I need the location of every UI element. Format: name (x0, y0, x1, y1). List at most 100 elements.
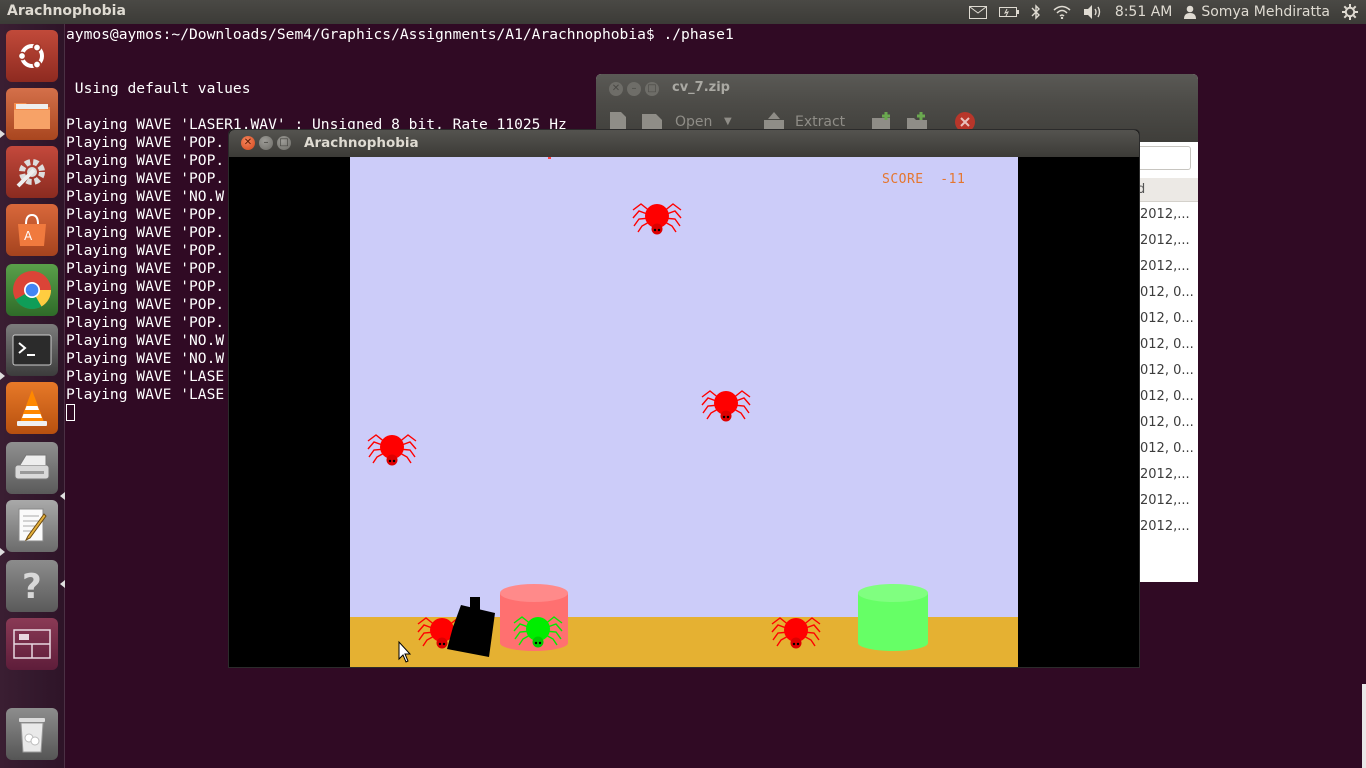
terminal-line: Playing WAVE 'POP. (66, 170, 225, 187)
bluetooth-icon[interactable] (1031, 4, 1041, 20)
folder-icon (14, 103, 50, 129)
power-gear-icon[interactable] (1342, 4, 1358, 20)
launcher-vlc[interactable] (6, 382, 58, 434)
archive-close-button[interactable]: ✕ (609, 82, 623, 96)
list-item-date[interactable]: 012, 0... (1140, 415, 1194, 430)
launcher-workspace-switcher[interactable] (6, 618, 58, 670)
list-item-date[interactable]: 012, 0... (1140, 337, 1194, 352)
terminal-line: Playing WAVE 'POP. (66, 242, 225, 259)
running-indicator (60, 492, 65, 500)
volume-icon[interactable] (1083, 4, 1103, 20)
user-menu[interactable]: Somya Mehdiratta (1184, 4, 1330, 20)
score-value: -11 (940, 172, 966, 187)
list-item-date[interactable]: 012, 0... (1140, 363, 1194, 378)
running-indicator (0, 548, 5, 556)
terminal-line: Using default values (66, 80, 251, 97)
game-sky (350, 157, 1018, 617)
terminal-line: Playing WAVE 'POP. (66, 260, 225, 277)
terminal-line: Playing WAVE 'NO.W (66, 332, 225, 349)
list-item-date[interactable]: 2012,... (1140, 207, 1190, 222)
terminal-line: Playing WAVE 'POP. (66, 206, 225, 223)
terminal-prompt: aymos@aymos:~/Downloads/Sem4/Graphics/As… (66, 26, 734, 43)
launcher-text-editor[interactable] (6, 500, 58, 552)
ubuntu-logo-icon (17, 43, 44, 69)
launcher-software-center[interactable]: A (6, 204, 58, 256)
scanner-icon (14, 454, 50, 480)
arachnophobia-window[interactable]: ✕ – □ Arachnophobia SCORE -11 (228, 129, 1140, 668)
launcher-system-settings[interactable] (6, 146, 58, 198)
chrome-icon (13, 271, 52, 310)
score-label: SCORE (882, 172, 924, 187)
trash-icon (19, 718, 45, 753)
launcher-terminal[interactable] (6, 324, 58, 376)
open-dropdown-arrow-icon[interactable]: ▼ (724, 116, 732, 127)
running-indicator (0, 372, 5, 380)
vlc-cone-icon (17, 390, 47, 426)
terminal-cursor (66, 404, 75, 421)
active-app-title: Arachnophobia (7, 3, 126, 19)
running-indicator (0, 130, 5, 138)
list-item-date[interactable]: 2012,... (1140, 259, 1190, 274)
game-titlebar[interactable]: ✕ – □ Arachnophobia (229, 130, 1139, 157)
text-editor-icon (18, 508, 47, 542)
terminal-icon (12, 334, 52, 366)
terminal-line: Playing WAVE 'POP. (66, 224, 225, 241)
list-item-date[interactable]: 2012,... (1140, 467, 1190, 482)
game-canvas[interactable]: SCORE -11 (350, 157, 1018, 667)
battery-icon[interactable] (998, 6, 1019, 18)
list-item-date[interactable]: 012, 0... (1140, 311, 1194, 326)
launcher-scanner[interactable] (6, 442, 58, 494)
terminal-line: Playing WAVE 'POP. (66, 314, 225, 331)
terminal-line: Playing WAVE 'NO.W (66, 188, 225, 205)
unity-launcher: A ? (0, 24, 65, 768)
terminal-line: Playing WAVE 'POP. (66, 296, 225, 313)
list-item-date[interactable]: 012, 0... (1140, 285, 1194, 300)
svg-text:A: A (24, 229, 33, 243)
archive-maximize-button[interactable]: □ (645, 82, 659, 96)
open-button[interactable]: Open (675, 114, 712, 130)
system-tray: 8:51 AM Somya Mehdiratta (968, 0, 1358, 24)
archive-titlebar[interactable]: ✕ – □ cv_7.zip (596, 74, 1198, 104)
date-column-header[interactable]: d (1136, 178, 1198, 202)
clock[interactable]: 8:51 AM (1115, 4, 1173, 20)
list-item-date[interactable]: 2012,... (1140, 519, 1190, 534)
workspace-switcher-icon (13, 629, 51, 659)
terminal-line: Playing WAVE 'POP. (66, 134, 225, 151)
scrollbar[interactable] (1362, 684, 1366, 768)
game-window-title: Arachnophobia (304, 135, 419, 151)
list-item-date[interactable]: 2012,... (1140, 233, 1190, 248)
terminal-line: Playing WAVE 'LASE (66, 368, 225, 385)
score-display: SCORE -11 (882, 172, 965, 187)
launcher-chromium[interactable] (6, 264, 58, 316)
help-question-icon: ? (22, 567, 42, 606)
extract-button[interactable]: Extract (795, 114, 845, 130)
launcher-home-folder[interactable] (6, 88, 58, 140)
launcher-trash[interactable] (6, 708, 58, 760)
running-indicator (60, 580, 65, 588)
terminal-line: Playing WAVE 'NO.W (66, 350, 225, 367)
mail-icon[interactable] (968, 5, 987, 19)
archive-title: cv_7.zip (672, 80, 730, 95)
terminal-line: Playing WAVE 'POP. (66, 152, 225, 169)
list-item-date[interactable]: 012, 0... (1140, 389, 1194, 404)
svg-text:?: ? (22, 567, 42, 606)
user-name: Somya Mehdiratta (1201, 4, 1330, 20)
game-close-button[interactable]: ✕ (241, 136, 255, 150)
green-basket (858, 584, 928, 651)
game-maximize-button[interactable]: □ (277, 136, 291, 150)
ubuntu-dash-button[interactable] (6, 30, 58, 82)
shopping-bag-icon: A (18, 213, 46, 246)
launcher-help[interactable]: ? (6, 560, 58, 612)
terminal-line: Playing WAVE 'POP. (66, 278, 225, 295)
terminal-line: Playing WAVE 'LASE (66, 386, 225, 403)
laser-spark (548, 157, 551, 159)
archive-minimize-button[interactable]: – (627, 82, 641, 96)
user-icon (1184, 5, 1197, 19)
game-minimize-button[interactable]: – (259, 136, 273, 150)
top-panel: Arachnophobia 8:51 AM Somya Mehdiratta (0, 0, 1366, 24)
archive-location-field[interactable] (1136, 146, 1191, 170)
list-item-date[interactable]: 2012,... (1140, 493, 1190, 508)
list-item-date[interactable]: 012, 0... (1140, 441, 1194, 456)
settings-gear-wrench-icon (16, 159, 45, 188)
wifi-icon[interactable] (1053, 5, 1071, 19)
